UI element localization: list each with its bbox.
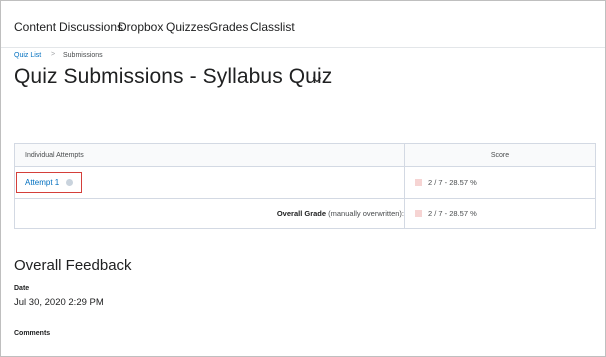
date-label: Date <box>14 285 30 292</box>
table-header-row: Individual Attempts Score <box>14 143 596 167</box>
page-frame: Content Discussions Dropbox Quizzes Grad… <box>0 0 606 357</box>
table-row: Attempt 1 2 / 7 - 28.57 % <box>14 166 596 199</box>
page-title: Quiz Submissions - Syllabus Quiz <box>14 65 333 88</box>
overall-score: 2 / 7 - 28.57 % <box>428 209 477 218</box>
overall-grade-label: Overall Grade <box>276 209 327 218</box>
nav-item-grades[interactable]: Grades <box>209 20 248 34</box>
top-navigation-bar: Content Discussions Dropbox Quizzes Grad… <box>1 1 605 48</box>
overall-feedback-heading: Overall Feedback <box>14 257 132 274</box>
nav-item-content[interactable]: Content <box>14 20 56 34</box>
column-header-attempts: Individual Attempts <box>14 143 405 167</box>
attempt-highlight-box: Attempt 1 <box>16 172 83 193</box>
breadcrumb-quiz-list-link[interactable]: Quiz List <box>14 52 41 59</box>
score-swatch-icon <box>415 179 422 186</box>
score-swatch-icon <box>415 210 422 217</box>
nav-item-discussions[interactable]: Discussions <box>59 20 123 34</box>
attempt-score: 2 / 7 - 28.57 % <box>428 178 477 187</box>
column-header-score: Score <box>404 143 596 167</box>
nav-item-dropbox[interactable]: Dropbox <box>118 20 163 34</box>
attempts-table: Individual Attempts Score Attempt 1 2 / … <box>14 143 596 229</box>
attempt-details-icon[interactable] <box>66 179 74 186</box>
overall-grade-note: (manually overwritten): <box>326 209 404 218</box>
nav-item-classlist[interactable]: Classlist <box>250 20 295 34</box>
date-value: Jul 30, 2020 2:29 PM <box>14 297 104 308</box>
overall-grade-label-cell: Overall Grade (manually overwritten): <box>14 198 405 229</box>
nav-item-quizzes[interactable]: Quizzes <box>166 20 209 34</box>
overall-grade-row: Overall Grade (manually overwritten): 2 … <box>14 198 596 229</box>
score-cell: 2 / 7 - 28.57 % <box>404 166 596 199</box>
breadcrumb-current: Submissions <box>63 52 103 59</box>
overall-score-cell: 2 / 7 - 28.57 % <box>404 198 596 229</box>
breadcrumb-separator: > <box>51 51 56 58</box>
attempt-cell: Attempt 1 <box>14 166 405 199</box>
attempt-1-link[interactable]: Attempt 1 <box>25 178 59 187</box>
comments-label: Comments <box>14 330 51 337</box>
